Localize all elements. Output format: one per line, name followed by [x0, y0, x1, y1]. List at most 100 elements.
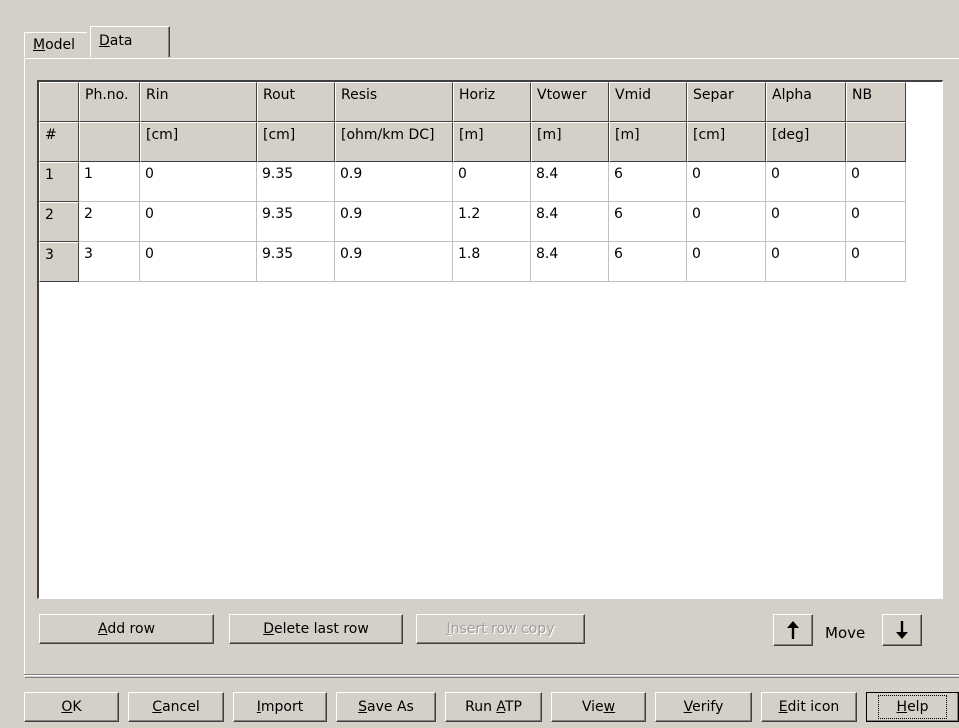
column-header[interactable]: Alpha: [766, 82, 846, 122]
column-header[interactable]: Rin: [140, 82, 257, 122]
insert-row-copy-button[interactable]: Insert row copy: [416, 614, 585, 644]
column-unit-header[interactable]: [ohm/km DC]: [335, 122, 453, 162]
column-header[interactable]: Ph.no.: [79, 82, 140, 122]
data-grid[interactable]: Ph.no. Rin Rout Resis Horiz Vtower Vmid Separ Al…: [37, 80, 943, 599]
label-mnemonic: E: [778, 699, 788, 715]
column-unit-header[interactable]: [deg]: [766, 122, 846, 162]
add-row-button[interactable]: Add row: [39, 614, 214, 644]
table-row: 1 1 0 9.35 0.9 0 8.4 6 0 0 0: [39, 162, 906, 202]
button-label: Run ATP: [465, 699, 522, 715]
label-part: TP: [504, 699, 522, 715]
column-unit-header[interactable]: [cm]: [257, 122, 335, 162]
save-as-button[interactable]: Save As: [336, 692, 436, 722]
table-cell[interactable]: 8.4: [531, 242, 609, 282]
table-cell[interactable]: 0: [687, 242, 766, 282]
table-cell[interactable]: 0: [846, 242, 906, 282]
table-cell[interactable]: 6: [609, 242, 687, 282]
table-row: 3 3 0 9.35 0.9 1.8 8.4 6 0 0 0: [39, 242, 906, 282]
column-header[interactable]: Separ: [687, 82, 766, 122]
label-part: dit icon: [787, 699, 840, 715]
table-cell[interactable]: 0.9: [335, 202, 453, 242]
move-down-button[interactable]: [882, 614, 922, 646]
column-unit-header[interactable]: [m]: [453, 122, 531, 162]
table-cell[interactable]: 1.2: [453, 202, 531, 242]
table-cell[interactable]: 0.9: [335, 162, 453, 202]
column-unit-header[interactable]: [79, 122, 140, 162]
arrow-up-icon: [787, 621, 799, 639]
ok-button[interactable]: OK: [24, 692, 119, 722]
label-mnemonic: H: [896, 699, 908, 715]
delete-last-row-button[interactable]: Delete last row: [229, 614, 403, 644]
table-cell[interactable]: 8.4: [531, 202, 609, 242]
table-cell[interactable]: 0: [687, 162, 766, 202]
table-cell[interactable]: 0: [687, 202, 766, 242]
label-mnemonic: C: [152, 699, 163, 715]
table-cell[interactable]: 6: [609, 162, 687, 202]
column-header[interactable]: [39, 82, 79, 122]
cancel-button[interactable]: Cancel: [128, 692, 224, 722]
table-cell[interactable]: 0: [766, 162, 846, 202]
column-header[interactable]: Vmid: [609, 82, 687, 122]
run-atp-button[interactable]: Run ATP: [445, 692, 542, 722]
table-cell[interactable]: 9.35: [257, 202, 335, 242]
column-unit-header[interactable]: [846, 122, 906, 162]
table-cell[interactable]: 0: [846, 162, 906, 202]
view-button[interactable]: View: [551, 692, 646, 722]
table-cell[interactable]: 3: [79, 242, 140, 282]
label-part: K: [72, 699, 82, 715]
column-unit-header[interactable]: [m]: [531, 122, 609, 162]
table-cell[interactable]: 0: [453, 162, 531, 202]
tab-model[interactable]: Model: [24, 32, 87, 57]
table-cell[interactable]: 1: [79, 162, 140, 202]
row-header[interactable]: 2: [39, 202, 79, 242]
button-label: Cancel: [152, 699, 199, 715]
table-cell[interactable]: 8.4: [531, 162, 609, 202]
label-part: ave As: [367, 699, 414, 715]
column-header[interactable]: Vtower: [531, 82, 609, 122]
table-cell[interactable]: 0: [140, 162, 257, 202]
table-cell[interactable]: 9.35: [257, 242, 335, 282]
label-mnemonic: V: [683, 699, 693, 715]
table-cell[interactable]: 0: [846, 202, 906, 242]
move-label: Move: [825, 624, 866, 642]
arrow-down-icon: [896, 621, 908, 639]
table-cell[interactable]: 0: [140, 242, 257, 282]
table-cell[interactable]: 0: [140, 202, 257, 242]
column-unit-header[interactable]: [cm]: [687, 122, 766, 162]
label-mnemonic: A: [496, 699, 505, 715]
header-row-units: # [cm] [cm] [ohm/km DC] [m] [m] [m] [cm] [deg]: [39, 122, 906, 162]
button-label: Help: [877, 695, 948, 719]
table-cell[interactable]: 0: [766, 242, 846, 282]
button-label: Verify: [684, 699, 724, 715]
table-cell[interactable]: 0.9: [335, 242, 453, 282]
verify-button[interactable]: Verify: [655, 692, 752, 722]
table-row: 2 2 0 9.35 0.9 1.2 8.4 6 0 0 0: [39, 202, 906, 242]
column-unit-header[interactable]: #: [39, 122, 79, 162]
table-cell[interactable]: 9.35: [257, 162, 335, 202]
table-cell[interactable]: 0: [766, 202, 846, 242]
label-part: elp: [907, 699, 929, 715]
row-header[interactable]: 3: [39, 242, 79, 282]
move-up-button[interactable]: [773, 614, 813, 646]
row-header[interactable]: 1: [39, 162, 79, 202]
label-part: ancel: [162, 699, 200, 715]
column-unit-header[interactable]: [cm]: [140, 122, 257, 162]
column-header[interactable]: Resis: [335, 82, 453, 122]
column-header[interactable]: Horiz: [453, 82, 531, 122]
edit-icon-button[interactable]: Edit icon: [761, 692, 857, 722]
button-label: Edit icon: [779, 699, 840, 715]
column-unit-header[interactable]: [m]: [609, 122, 687, 162]
button-label: Import: [257, 699, 303, 715]
import-button[interactable]: Import: [233, 692, 327, 722]
table-cell[interactable]: 6: [609, 202, 687, 242]
label-mnemonic: w: [603, 699, 616, 715]
column-header[interactable]: Rout: [257, 82, 335, 122]
help-button[interactable]: Help: [866, 692, 959, 722]
tab-data[interactable]: Data: [90, 26, 170, 57]
table-cell[interactable]: 1.8: [453, 242, 531, 282]
label-part: erify: [692, 699, 724, 715]
table-cell[interactable]: 2: [79, 202, 140, 242]
column-header[interactable]: NB: [846, 82, 906, 122]
label-part: mport: [260, 699, 304, 715]
button-label: View: [582, 699, 615, 715]
